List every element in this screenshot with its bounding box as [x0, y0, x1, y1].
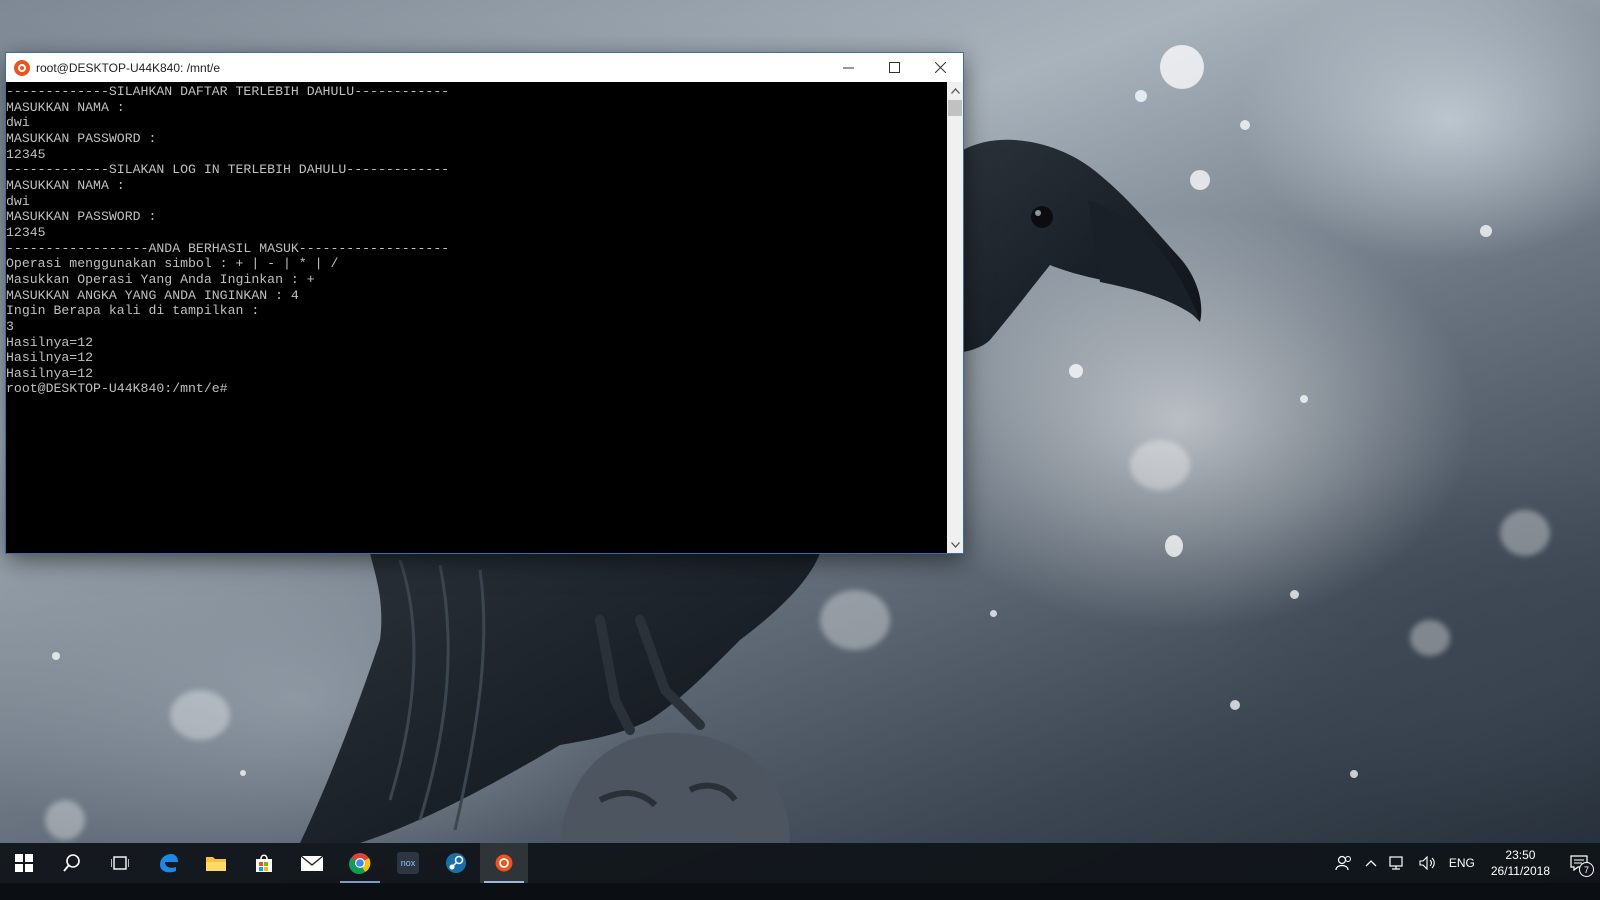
terminal-output[interactable]: -------------SILAHKAN DAFTAR TERLEBIH DA…	[6, 82, 947, 553]
terminal-window[interactable]: root@DESKTOP-U44K840: /mnt/e -----------…	[6, 53, 963, 553]
terminal-line: dwi	[6, 193, 30, 209]
minimize-button[interactable]	[825, 53, 871, 82]
window-title: root@DESKTOP-U44K840: /mnt/e	[36, 60, 221, 75]
chevron-up-icon	[1365, 860, 1377, 867]
crow-eye-highlight	[1035, 210, 1041, 216]
task-view-icon	[111, 856, 129, 870]
crow-eye	[1031, 206, 1053, 228]
terminal-line: 12345	[6, 146, 46, 162]
nox-button[interactable]: nox	[384, 843, 432, 883]
terminal-line: MASUKKAN ANGKA YANG ANDA INGINKAN : 4	[6, 287, 299, 303]
terminal-line: root@DESKTOP-U44K840:/mnt/e#	[6, 381, 228, 397]
clock-time: 23:50	[1505, 848, 1536, 862]
scroll-up-button[interactable]	[947, 82, 963, 99]
start-icon	[15, 854, 33, 872]
search-button[interactable]	[48, 843, 96, 883]
terminal-line: ------------------ANDA BERHASIL MASUK---…	[6, 240, 450, 256]
mail-icon	[300, 855, 324, 871]
chrome-icon	[349, 853, 371, 874]
taskbar: nox ENG 23:50 26/11/2018 7	[0, 843, 1600, 883]
steam-icon	[446, 853, 466, 873]
store-icon	[256, 854, 272, 872]
file-explorer-button[interactable]	[192, 843, 240, 883]
terminal-line: Operasi menggunakan simbol : + | - | * |…	[6, 256, 339, 272]
people-icon	[1335, 855, 1351, 871]
volume-button[interactable]	[1413, 843, 1443, 883]
edge-button[interactable]	[144, 843, 192, 883]
window-titlebar[interactable]: root@DESKTOP-U44K840: /mnt/e	[6, 53, 963, 82]
chevron-down-icon	[950, 541, 960, 548]
maximize-button[interactable]	[871, 53, 917, 82]
mail-button[interactable]	[288, 843, 336, 883]
ubuntu-icon	[14, 59, 30, 76]
volume-icon	[1419, 856, 1435, 870]
terminal-line: 3	[6, 318, 14, 334]
start-button[interactable]	[0, 843, 48, 883]
skull-perch	[560, 732, 790, 843]
window-controls	[825, 53, 963, 82]
edge-icon	[160, 854, 178, 873]
chrome-button[interactable]	[336, 843, 384, 883]
terminal-line: Hasilnya=12	[6, 365, 94, 381]
store-button[interactable]	[240, 843, 288, 883]
terminal-line: MASUKKAN PASSWORD :	[6, 130, 157, 146]
clock[interactable]: 23:50 26/11/2018	[1481, 847, 1560, 879]
clock-date: 26/11/2018	[1490, 864, 1550, 878]
terminal-line: Masukkan Operasi Yang Anda Inginkan : +	[6, 271, 315, 287]
chevron-up-icon	[950, 87, 960, 94]
nox-icon: nox	[397, 852, 419, 874]
terminal-line: dwi	[6, 115, 30, 131]
input-language[interactable]: ENG	[1443, 843, 1481, 883]
terminal-line: MASUKKAN NAMA :	[6, 99, 125, 115]
close-icon	[934, 62, 946, 73]
crow-head	[963, 139, 1202, 352]
action-center-button[interactable]: 7	[1560, 843, 1600, 883]
ubuntu-icon	[495, 854, 513, 872]
terminal-line: 12345	[6, 224, 46, 240]
terminal-line: -------------SILAKAN LOG IN TERLEBIH DAH…	[6, 162, 450, 178]
network-button[interactable]	[1383, 843, 1413, 883]
search-icon	[63, 854, 80, 872]
vertical-scrollbar[interactable]	[947, 82, 963, 553]
terminal-line: Hasilnya=12	[6, 350, 94, 366]
maximize-icon	[888, 62, 900, 73]
scroll-down-button[interactable]	[947, 536, 963, 553]
system-tray: ENG 23:50 26/11/2018 7	[1329, 843, 1600, 883]
terminal-line: MASUKKAN NAMA :	[6, 177, 125, 193]
scroll-thumb[interactable]	[948, 100, 962, 116]
close-button[interactable]	[917, 53, 963, 82]
show-hidden-icons-button[interactable]	[1359, 843, 1383, 883]
file-explorer-icon	[206, 857, 226, 871]
terminal-line: -------------SILAHKAN DAFTAR TERLEBIH DA…	[6, 84, 450, 99]
terminal-line: MASUKKAN PASSWORD :	[6, 209, 157, 225]
people-button[interactable]	[1329, 843, 1359, 883]
notification-count-badge: 7	[1579, 862, 1594, 877]
minimize-icon	[842, 67, 854, 69]
desktop-bottom-edge	[0, 883, 1600, 900]
terminal-line: Ingin Berapa kali di tampilkan :	[6, 303, 260, 319]
steam-button[interactable]	[432, 843, 480, 883]
terminal-line: Hasilnya=12	[6, 334, 94, 350]
task-view-button[interactable]	[96, 843, 144, 883]
ubuntu-taskbar-button[interactable]	[480, 843, 528, 883]
network-icon	[1389, 856, 1403, 870]
